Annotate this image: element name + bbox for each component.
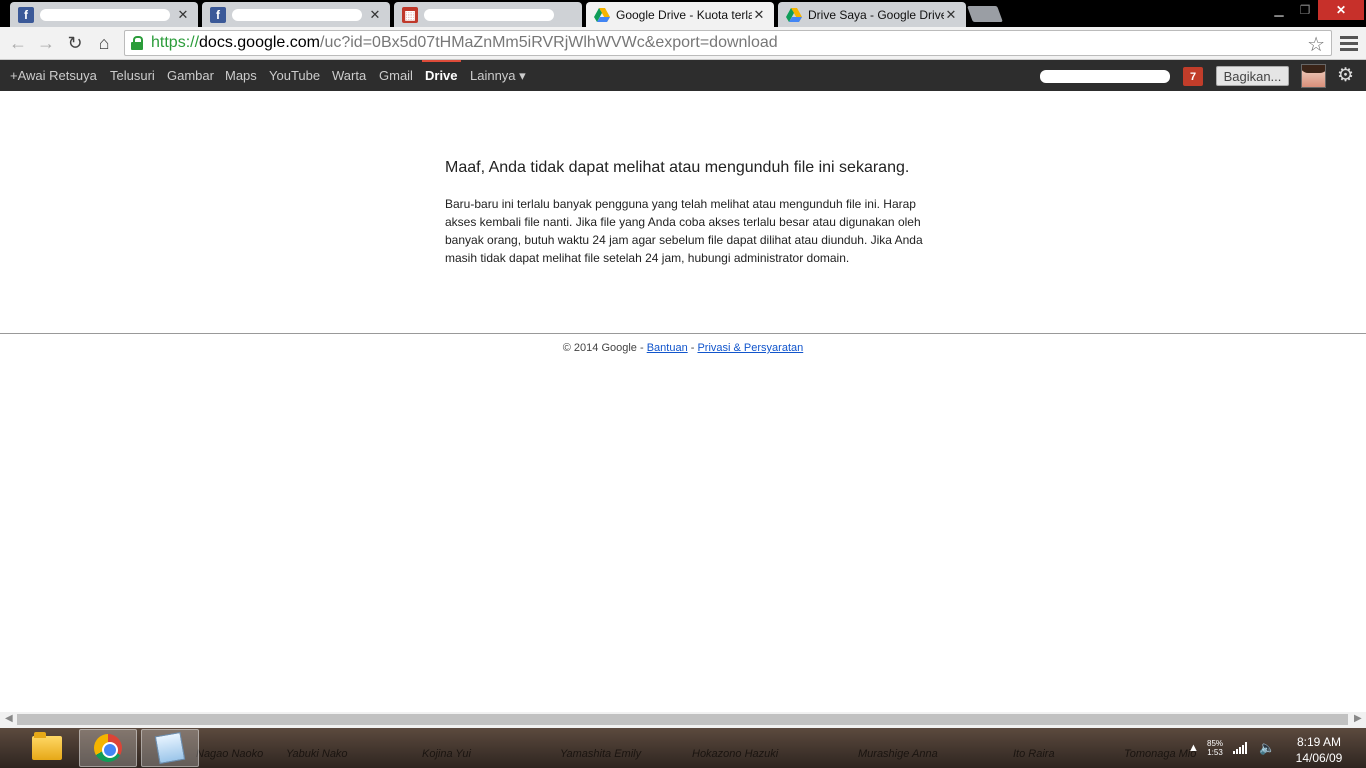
facebook-icon: f [210, 6, 226, 23]
gbar-item-gmail[interactable]: Gmail [379, 60, 413, 91]
footer-separator: - [636, 342, 647, 354]
notepad-icon [154, 731, 186, 765]
gbar-item-gambar[interactable]: Gambar [167, 60, 214, 91]
facebook-icon: f [18, 6, 34, 23]
browser-tab[interactable]: f ✕ [202, 2, 390, 27]
wallpaper-text: Nagao Naoko [196, 748, 264, 760]
gear-icon[interactable]: ⚙ [1337, 64, 1354, 87]
volume-icon[interactable]: 🔈 [1259, 728, 1275, 768]
close-window-icon[interactable]: ✕ [1318, 0, 1364, 20]
redacted-tab-title [40, 8, 170, 21]
browser-tab[interactable]: f ✕ [10, 2, 198, 27]
wallpaper-text: Murashige Anna [858, 748, 938, 760]
redacted-user-name [1040, 70, 1170, 83]
close-tab-icon[interactable]: ✕ [368, 7, 382, 23]
help-link[interactable]: Bantuan [647, 342, 688, 354]
gbar-item-warta[interactable]: Warta [332, 60, 366, 91]
gbar-item-maps[interactable]: Maps [225, 60, 257, 91]
system-clock[interactable]: 8:19 AM 14/06/09 [1286, 734, 1352, 766]
redacted-tab-title [232, 8, 362, 21]
gbar-item-profile[interactable]: +Awai Retsuya [10, 60, 97, 91]
home-icon[interactable]: ⌂ [92, 32, 116, 54]
wallpaper-text: Hokazono Hazuki [692, 748, 779, 760]
browser-toolbar: ← → ↻ ⌂ https://docs.google.com/uc?id=0B… [0, 27, 1366, 60]
gbar-item-telusuri[interactable]: Telusuri [110, 60, 155, 91]
network-signal-icon[interactable] [1233, 728, 1247, 768]
share-button[interactable]: Bagikan... [1216, 66, 1289, 86]
wallpaper-text: Yamashita Emily [560, 748, 642, 760]
wallpaper-text: Kojina Yui [422, 748, 471, 760]
url-path: /uc?id=0Bx5d07tHMaZnMm5iRVRjWlhWVWc&expo… [320, 34, 778, 51]
chrome-icon [94, 734, 122, 762]
page-title: Maaf, Anda tidak dapat melihat atau meng… [445, 159, 910, 176]
close-tab-icon[interactable]: ✕ [944, 7, 958, 23]
wallpaper-text: Ito Raira [1013, 748, 1055, 760]
battery-percent: 85% [1207, 739, 1224, 748]
scroll-right-icon[interactable]: ▶ [1354, 713, 1362, 724]
file-explorer-button[interactable] [18, 729, 76, 767]
notepad-taskbar-button[interactable] [141, 729, 199, 767]
show-hidden-icons-icon[interactable]: ▲ [1188, 728, 1199, 768]
chrome-taskbar-button[interactable] [79, 729, 137, 767]
footer: © 2014 Google - Bantuan - Privasi & Pers… [0, 342, 1366, 354]
close-tab-icon[interactable]: ✕ [176, 7, 190, 23]
folder-icon [32, 732, 62, 760]
lock-icon [131, 36, 143, 50]
google-drive-icon [594, 7, 610, 23]
copyright-text: © 2014 Google [562, 342, 637, 354]
film-clapper-icon: ▦ [402, 6, 418, 23]
new-tab-button[interactable] [967, 6, 1003, 22]
battery-indicator[interactable]: 85% 1:53 [1207, 728, 1223, 768]
scrollbar-thumb[interactable] [17, 714, 1348, 725]
tab-title: Google Drive - Kuota terla [616, 7, 752, 22]
forward-arrow-icon[interactable]: → [34, 32, 58, 54]
redacted-tab-title [424, 8, 554, 21]
close-tab-icon[interactable]: ✕ [752, 7, 766, 23]
address-bar[interactable]: https://docs.google.com/uc?id=0Bx5d07tHM… [124, 30, 1332, 56]
horizontal-scrollbar[interactable]: ◀ ▶ [0, 712, 1366, 728]
minimize-icon[interactable]: ▁ [1266, 0, 1292, 20]
error-message: Maaf, Anda tidak dapat melihat atau meng… [445, 159, 925, 267]
footer-separator: - [687, 342, 698, 354]
gbar-item-more[interactable]: Lainnya ▾ [470, 60, 526, 91]
gbar-item-youtube[interactable]: YouTube [269, 60, 320, 91]
browser-tab-active[interactable]: Google Drive - Kuota terla ✕ [586, 2, 774, 27]
chrome-menu-icon[interactable] [1340, 32, 1358, 54]
error-description: Baru-baru ini terlalu banyak pengguna ya… [445, 197, 923, 265]
tab-title: Drive Saya - Google Drive [808, 7, 944, 22]
footer-divider [0, 333, 1366, 334]
browser-tab-strip: f ✕ f ✕ ▦ Google Drive - Kuota terla ✕ D… [0, 0, 1366, 27]
url-scheme: https:// [151, 34, 200, 51]
browser-tab[interactable]: Drive Saya - Google Drive ✕ [778, 2, 966, 27]
wallpaper-text: Tomonaga Mio [1124, 748, 1197, 760]
maximize-icon[interactable]: ❐ [1292, 0, 1318, 20]
browser-tab[interactable]: ▦ [394, 2, 582, 27]
battery-time: 1:53 [1207, 748, 1223, 757]
windows-taskbar: Nagao Naoko Yabuki Nako Kojina Yui Yamas… [0, 728, 1366, 768]
google-drive-icon [786, 7, 802, 23]
bookmark-star-icon[interactable]: ☆ [1307, 32, 1325, 57]
notification-badge[interactable]: 7 [1183, 67, 1203, 86]
wallpaper-text: Yabuki Nako [286, 748, 348, 760]
avatar[interactable] [1301, 64, 1326, 88]
gbar-item-drive[interactable]: Drive [422, 60, 461, 91]
reload-icon[interactable]: ↻ [63, 32, 87, 54]
url-host: docs.google.com [199, 34, 320, 51]
clock-date: 14/06/09 [1295, 751, 1343, 765]
privacy-terms-link[interactable]: Privasi & Persyaratan [697, 342, 803, 354]
back-arrow-icon[interactable]: ← [6, 32, 30, 54]
clock-time: 8:19 AM [1296, 735, 1342, 749]
scroll-left-icon[interactable]: ◀ [5, 713, 13, 724]
